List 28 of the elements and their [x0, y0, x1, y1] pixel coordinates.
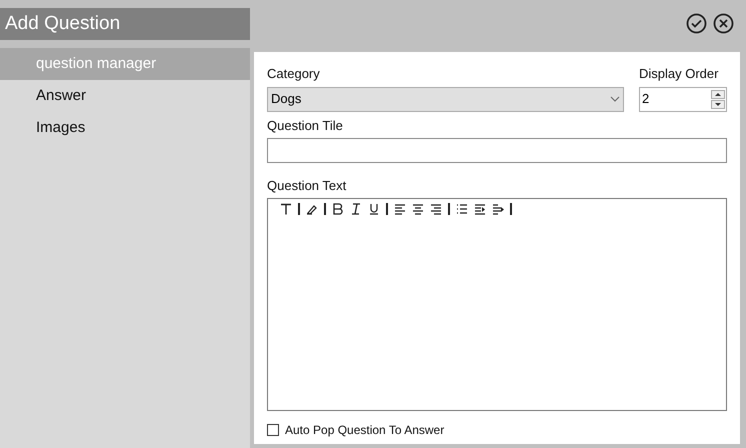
underline-icon[interactable]	[368, 202, 380, 214]
field-label: Category	[267, 65, 321, 83]
sidebar-item[interactable]: Answer	[0, 80, 250, 112]
checkbox[interactable]	[267, 424, 279, 436]
align-left-icon[interactable]	[394, 202, 406, 214]
category-dropdown[interactable]: Dogs	[267, 86, 624, 112]
field-label: Question Text	[267, 177, 348, 195]
display-order-spinner[interactable]: 2	[639, 86, 727, 112]
italic-icon[interactable]	[350, 202, 362, 214]
chevron-down-icon	[610, 96, 620, 102]
close-icon[interactable]	[713, 13, 734, 34]
spin-up-icon[interactable]	[711, 90, 725, 98]
window-title: Add Question	[5, 12, 120, 36]
spin-down-icon[interactable]	[711, 100, 725, 108]
highlighter-icon[interactable]	[306, 202, 318, 214]
bullet-list-icon[interactable]	[456, 202, 468, 214]
align-center-icon[interactable]	[412, 202, 424, 214]
text-style-icon[interactable]	[280, 202, 292, 214]
checkbox-label[interactable]: Auto Pop Question To Answer	[285, 420, 444, 438]
field-label: Question Tile	[267, 116, 344, 134]
indent-icon[interactable]	[474, 202, 486, 214]
question-title-field[interactable]	[267, 138, 727, 163]
confirm-icon[interactable]	[686, 13, 707, 34]
align-right-icon[interactable]	[430, 202, 442, 214]
bold-icon[interactable]	[332, 202, 344, 214]
sidebar-item[interactable]: Images	[0, 112, 250, 144]
field-label: Display Order	[639, 65, 720, 83]
outdent-icon[interactable]	[492, 202, 504, 214]
